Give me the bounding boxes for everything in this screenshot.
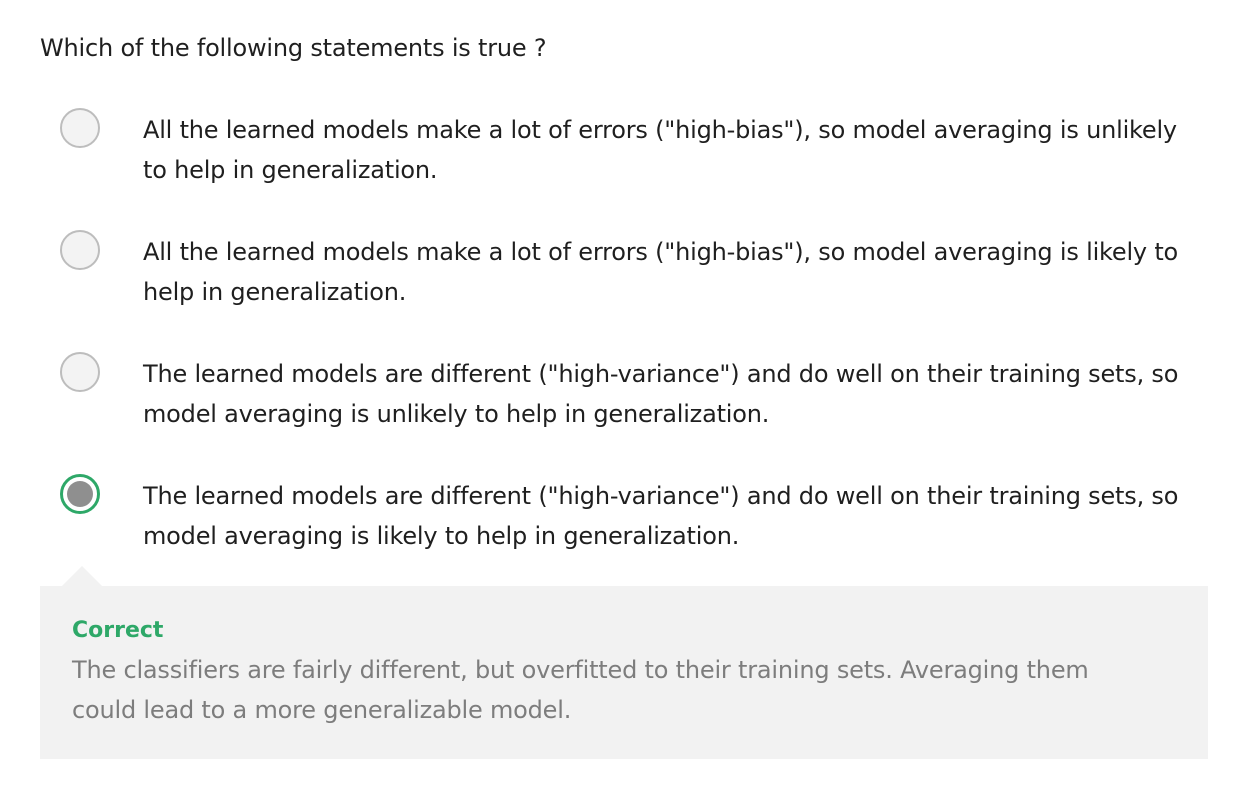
answer-option-label: The learned models are different ("high-…	[143, 360, 1179, 428]
quiz-question-block: Which of the following statements is tru…	[0, 0, 1246, 793]
answer-option-3[interactable]: The learned models are different ("high-…	[60, 352, 1210, 442]
feedback-panel: Correct The classifiers are fairly diffe…	[40, 586, 1208, 759]
radio-button-unselected[interactable]	[60, 108, 100, 148]
answer-option-4[interactable]: The learned models are different ("high-…	[60, 474, 1210, 564]
feedback-explanation: The classifiers are fairly different, bu…	[72, 656, 1089, 724]
answer-option-label: All the learned models make a lot of err…	[143, 116, 1177, 184]
radio-button-unselected[interactable]	[60, 352, 100, 392]
feedback-status-label: Correct	[72, 618, 164, 643]
radio-selected-dot	[67, 481, 93, 507]
answer-option-label: The learned models are different ("high-…	[143, 482, 1179, 550]
answer-option-2[interactable]: All the learned models make a lot of err…	[60, 230, 1210, 320]
question-prompt: Which of the following statements is tru…	[40, 34, 547, 62]
answer-option-label: All the learned models make a lot of err…	[143, 238, 1179, 306]
radio-button-unselected[interactable]	[60, 230, 100, 270]
feedback-pointer-arrow	[62, 566, 102, 586]
answer-option-1[interactable]: All the learned models make a lot of err…	[60, 108, 1210, 198]
radio-button-selected[interactable]	[60, 474, 100, 514]
